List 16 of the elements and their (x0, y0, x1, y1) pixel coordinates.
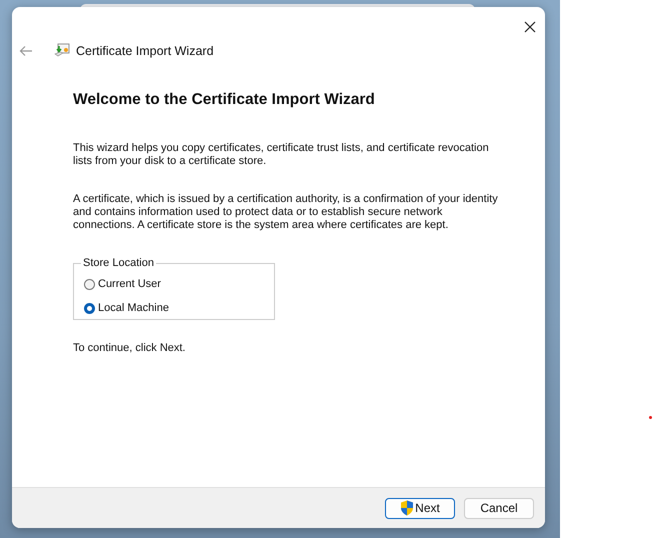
dot-mark (649, 416, 652, 419)
certificate-icon (54, 43, 70, 59)
radio-label[interactable]: Current User (98, 278, 161, 290)
next-button[interactable]: Next (385, 498, 455, 518)
description-text: A certificate, which is issued by a certification authority, is a confirmation of your identity and contains information used to protect data or to establish secure network connections. A certificate store is the system area where certificates are kept. (73, 193, 499, 232)
radio-button[interactable] (84, 278, 95, 290)
back-arrow-icon[interactable] (19, 45, 33, 57)
cancel-button[interactable]: Cancel (464, 498, 534, 518)
group-label: Store Location (82, 257, 155, 269)
instruction-text: To continue, click Next. (73, 342, 186, 355)
wizard-heading: Welcome to the Certificate Import Wizard (73, 91, 376, 109)
radio-label[interactable]: Local Machine (98, 302, 169, 314)
window-title: Certificate Import Wizard (76, 44, 214, 58)
close-icon[interactable] (524, 21, 536, 33)
radio-button[interactable] (84, 302, 95, 314)
description-text: This wizard helps you copy certificates, certificate trust lists, and certificate revocation lists from your disk to a certificate store. (73, 142, 490, 168)
